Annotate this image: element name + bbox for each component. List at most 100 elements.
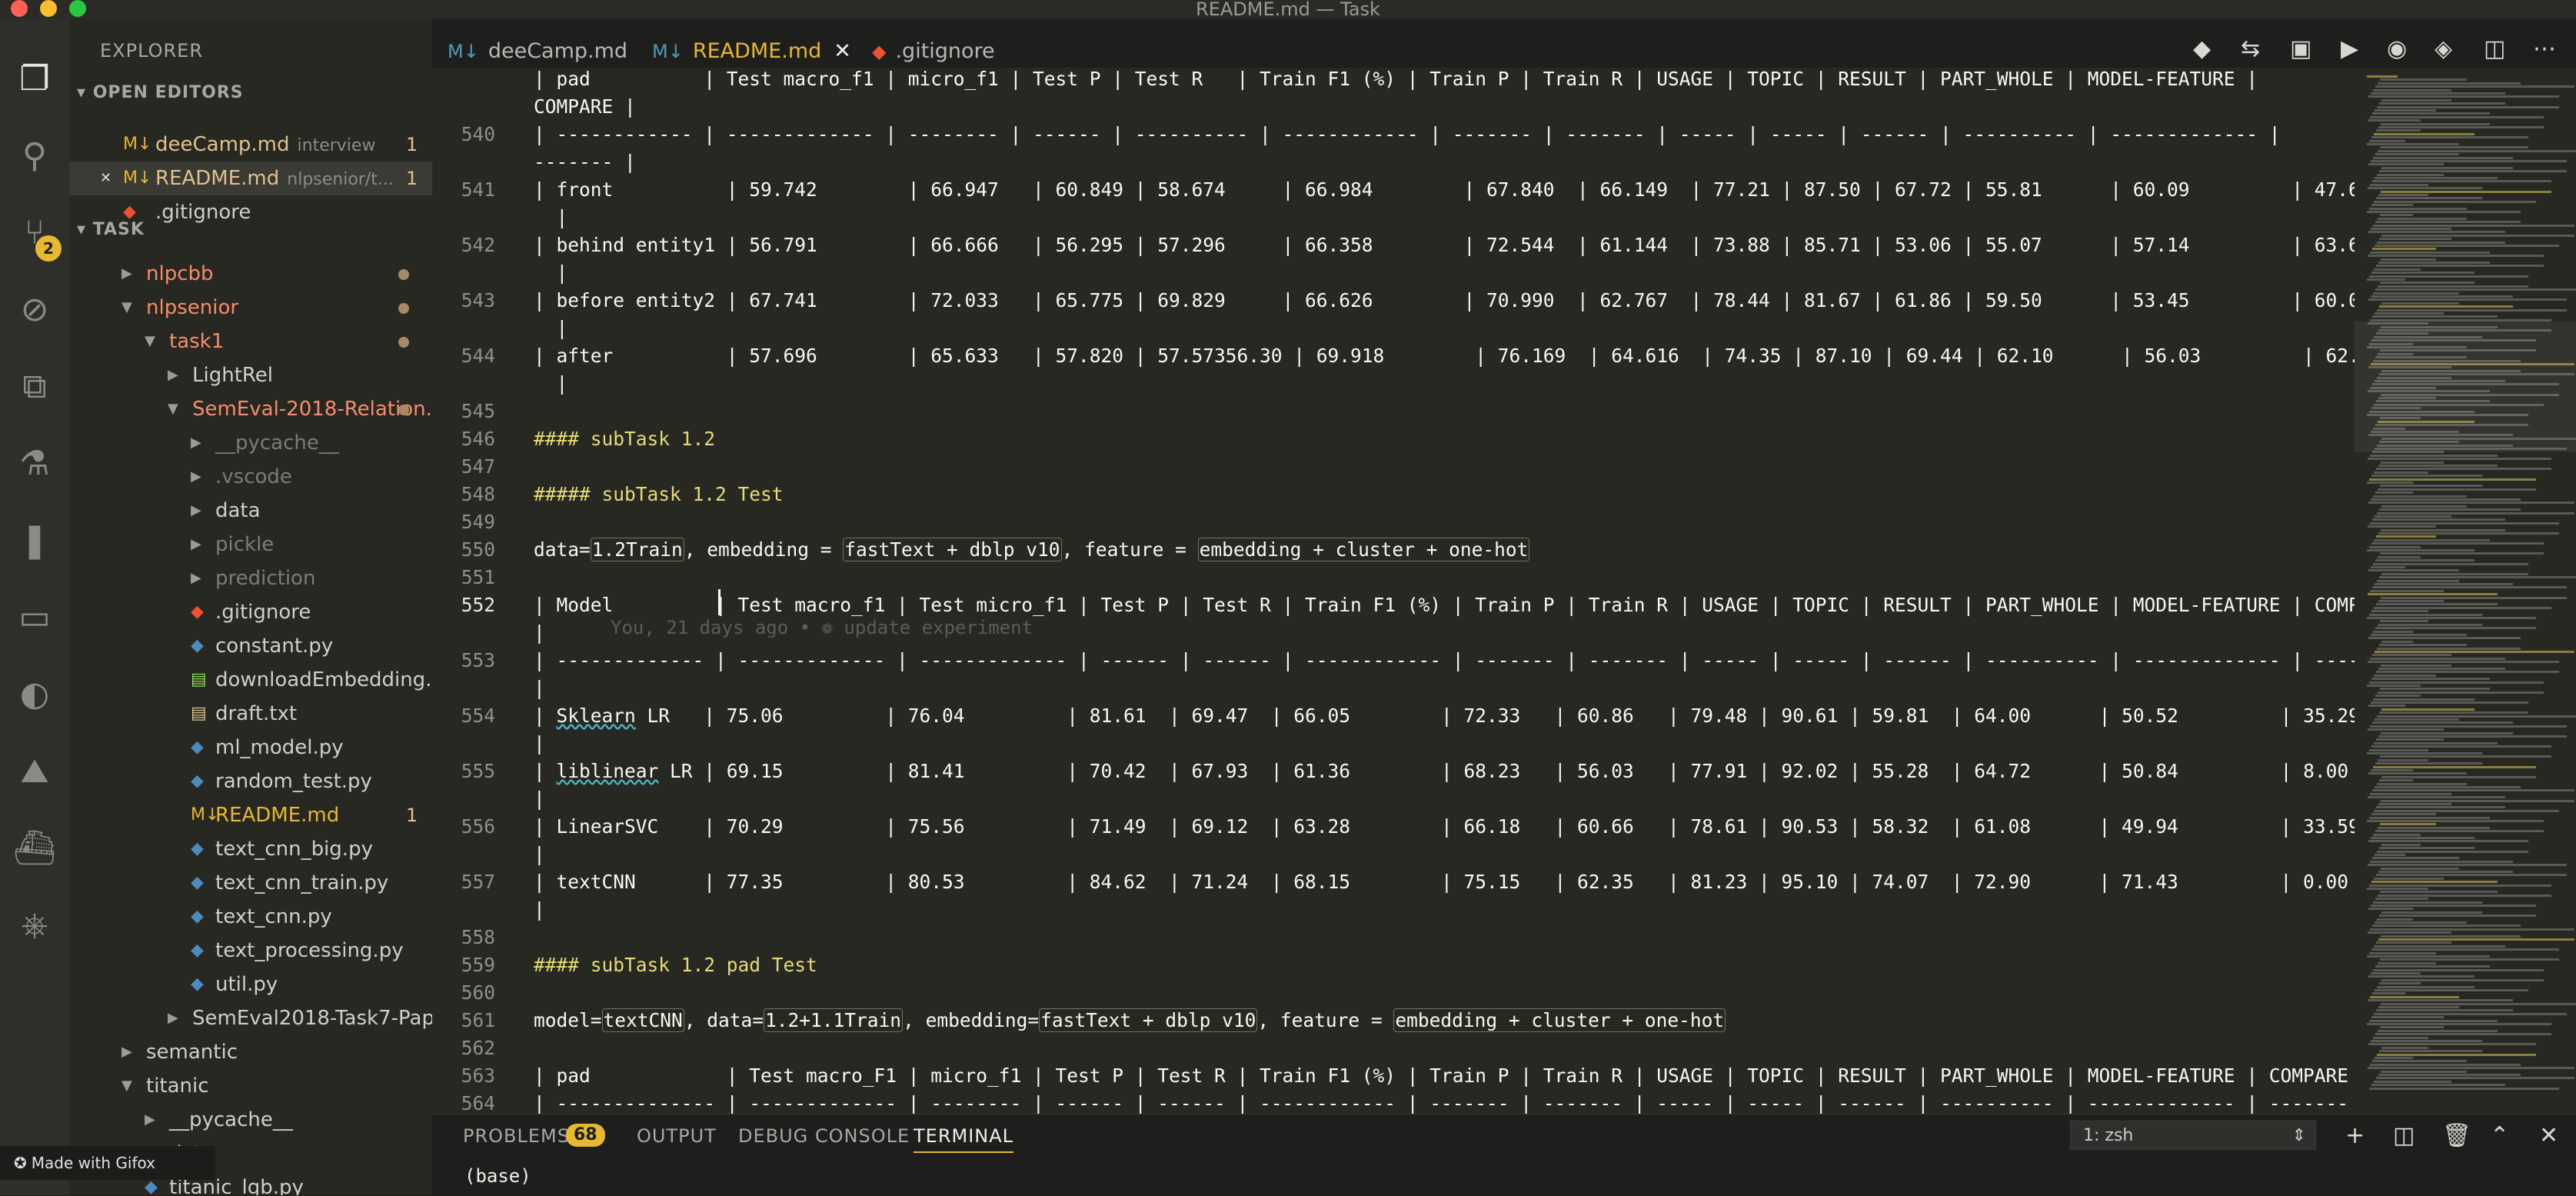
- tree-item[interactable]: ▶ nlpcbb: [69, 257, 432, 291]
- minimap-line: [2369, 884, 2551, 887]
- tree-item[interactable]: ◆ constant.py: [69, 629, 432, 663]
- minimap-line: [2375, 718, 2459, 721]
- open-editors-header[interactable]: ▾ OPEN EDITORS: [77, 83, 244, 102]
- minimap-line: [2379, 1050, 2482, 1053]
- task-header[interactable]: ▾ TASK: [77, 220, 145, 239]
- folder-icon[interactable]: ▭: [12, 594, 58, 640]
- minimap-line: [2380, 755, 2551, 758]
- inline-code: embedding + cluster + one-hot: [1393, 1008, 1726, 1032]
- run-icon[interactable]: ▶: [2341, 35, 2358, 62]
- minimap-line: [2368, 975, 2474, 978]
- close-panel-icon[interactable]: ✕: [2539, 1122, 2558, 1149]
- chevron-down-icon: ▼: [168, 401, 178, 417]
- open-editor-item[interactable]: M↓ deeCamp.md interview 1: [69, 128, 432, 162]
- tree-item-label: SemEval2018-Task7-Paper: [192, 1007, 432, 1030]
- tab-readmemd[interactable]: M↓ README.md ✕: [652, 34, 851, 72]
- minimap-line: [2376, 874, 2567, 877]
- tree-item[interactable]: ◆ util.py: [69, 968, 432, 1001]
- minimap-line: [2372, 112, 2490, 115]
- tree-item[interactable]: ▶ semantic: [69, 1035, 432, 1069]
- bookmark-icon[interactable]: ❚: [12, 517, 58, 563]
- minimap-line: [2371, 1016, 2444, 1019]
- git-compare-icon[interactable]: ◆: [2193, 35, 2211, 62]
- files-icon[interactable]: ❐: [12, 55, 58, 102]
- line-number: 547: [461, 455, 495, 478]
- tree-item[interactable]: ▶ __pycache__: [69, 426, 432, 460]
- tree-item[interactable]: ◆ random_test.py: [69, 765, 432, 798]
- tree-item[interactable]: ▼ nlpsenior: [69, 291, 432, 325]
- tree-item[interactable]: ▼ titanic: [69, 1069, 432, 1103]
- preview-side-icon[interactable]: ▣: [2290, 35, 2311, 62]
- tree-item[interactable]: ▶ LightRel: [69, 358, 432, 392]
- trash-icon[interactable]: 🗑: [2442, 1122, 2471, 1149]
- docker-icon[interactable]: ⛴: [12, 825, 58, 871]
- maximize-panel-icon[interactable]: ⌃: [2490, 1122, 2509, 1149]
- split-editor-icon[interactable]: ◫: [2484, 35, 2505, 62]
- line-number: 561: [461, 1009, 495, 1031]
- tree-item[interactable]: ◆ text_cnn.py: [69, 900, 432, 934]
- minimap-line: [2371, 678, 2490, 681]
- tree-item[interactable]: ▶ SemEval2018-Task7-Paper: [69, 1001, 432, 1035]
- open-changes-icon[interactable]: ⇆: [2241, 35, 2260, 62]
- tab-problems[interactable]: PROBLEMS: [463, 1125, 570, 1147]
- terminal-select[interactable]: 1: zsh ⇕: [2070, 1121, 2316, 1150]
- tab-deecampmd[interactable]: M↓ deeCamp.md: [448, 34, 627, 69]
- line-number: 546: [461, 428, 495, 450]
- terminal-output[interactable]: (base): [464, 1165, 531, 1187]
- close-icon[interactable]: ✕: [100, 162, 111, 195]
- minimap[interactable]: [2355, 68, 2576, 1114]
- line-number: 559: [461, 954, 495, 976]
- minimap-line: [2367, 752, 2482, 755]
- extensions-icon[interactable]: ⧉: [12, 363, 58, 409]
- tree-item[interactable]: ▶ data: [69, 494, 432, 528]
- tree-item-label: .vscode: [215, 465, 292, 488]
- new-terminal-icon[interactable]: +: [2345, 1122, 2365, 1149]
- minimap-line: [2373, 156, 2513, 159]
- split-terminal-icon[interactable]: ◫: [2393, 1122, 2415, 1149]
- kubernetes-icon[interactable]: ⎈: [12, 901, 58, 948]
- code-line: | ------------- | ------------- | ------…: [534, 649, 2355, 671]
- close-icon[interactable]: ✕: [834, 39, 851, 63]
- open-editor-item[interactable]: ✕ M↓ README.md nlpsenior/t... 1: [69, 162, 432, 195]
- problem-count: 1: [406, 805, 418, 826]
- git-lens-icon[interactable]: ◈: [2435, 35, 2452, 62]
- tree-item-label: text_cnn.py: [215, 905, 332, 928]
- tree-item[interactable]: ▶ pickle: [69, 528, 432, 561]
- tree-item[interactable]: ▼ SemEval-2018-Relation...: [69, 392, 432, 426]
- tab-output[interactable]: OUTPUT: [637, 1125, 717, 1147]
- tree-item[interactable]: ◆ ml_model.py: [69, 731, 432, 765]
- tree-item[interactable]: ▼ task1: [69, 325, 432, 358]
- minimap-slider[interactable]: [2355, 321, 2576, 452]
- minimap-line: [2377, 647, 2521, 650]
- tree-item[interactable]: ◆ .gitignore: [69, 595, 432, 629]
- git-graph-icon[interactable]: ◐: [12, 671, 58, 717]
- tree-item[interactable]: ▶ .vscode: [69, 460, 432, 494]
- tree-item[interactable]: ◆ text_cnn_big.py: [69, 832, 432, 866]
- minimap-line: [2381, 166, 2513, 169]
- tab-terminal[interactable]: TERMINAL: [914, 1125, 1014, 1153]
- minimap-line: [2381, 190, 2551, 193]
- tree-item[interactable]: ◆ text_cnn_train.py: [69, 866, 432, 900]
- remote-explorer-icon[interactable]: ⛰: [12, 748, 58, 794]
- minimap-line: [2380, 485, 2482, 488]
- minimap-line: [2369, 681, 2544, 684]
- tree-item[interactable]: ▶ prediction: [69, 561, 432, 595]
- tree-item[interactable]: ▤ draft.txt: [69, 697, 432, 731]
- minimap-line: [2370, 589, 2444, 592]
- flask-icon[interactable]: ⚗: [12, 440, 58, 486]
- tab-gitignore[interactable]: ◆ .gitignore: [872, 34, 995, 69]
- minimap-line: [2378, 217, 2467, 220]
- tree-item[interactable]: ▤ downloadEmbedding.sh: [69, 663, 432, 697]
- more-actions-icon[interactable]: ⋯: [2533, 35, 2556, 62]
- minimap-line: [2372, 924, 2521, 928]
- editor-area[interactable]: | pad | Test macro_f1 | micro_f1 | Test …: [432, 68, 2355, 1114]
- minimap-line: [2369, 1019, 2498, 1022]
- tab-debug-console[interactable]: DEBUG CONSOLE: [738, 1125, 910, 1147]
- debug-icon[interactable]: ⊘: [12, 286, 58, 332]
- tree-item[interactable]: M↓ README.md 1: [69, 798, 432, 832]
- toggle-preview-icon[interactable]: ◉: [2387, 35, 2407, 62]
- tree-item[interactable]: ◆ text_processing.py: [69, 934, 432, 968]
- minimap-line: [2376, 129, 2421, 132]
- search-icon[interactable]: ⚲: [12, 132, 58, 178]
- tree-item[interactable]: ▶ __pycache__: [69, 1103, 432, 1137]
